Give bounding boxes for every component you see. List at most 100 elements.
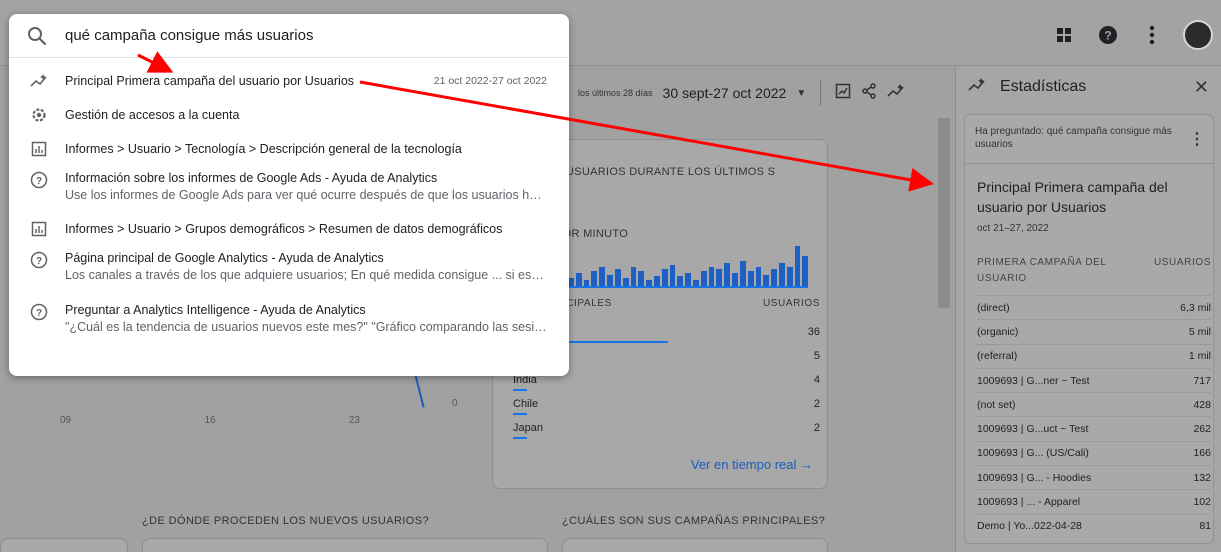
gear-icon	[29, 105, 49, 125]
search-result[interactable]: Informes > Usuario > Tecnología > Descri…	[9, 132, 569, 166]
realtime-bar	[583, 280, 590, 286]
realtime-bar	[739, 261, 746, 286]
help-icon: ?	[29, 250, 49, 270]
x-tick: 23	[348, 415, 360, 426]
insight-answer-card: Ha preguntado: qué campaña consigue más …	[964, 114, 1214, 544]
realtime-bar	[747, 271, 754, 286]
row-value: 717	[1193, 374, 1211, 387]
search-result[interactable]: ? Página principal de Google Analytics -…	[9, 246, 569, 292]
table-row: 1009693 | G... (US/Cali) 166	[977, 440, 1211, 465]
realtime-bar	[575, 273, 582, 286]
search-result[interactable]: ? Información sobre los informes de Goog…	[9, 166, 569, 212]
realtime-bar	[669, 265, 676, 286]
table-row: 1009693 | G... - Hoodies 132	[977, 465, 1211, 489]
panel-title: Estadísticas	[1000, 78, 1087, 95]
row-value: 4	[813, 374, 820, 386]
bottom-card	[562, 538, 828, 552]
realtime-bar	[661, 269, 668, 286]
table-row: Japan 2	[513, 416, 820, 440]
realtime-bar	[778, 263, 785, 286]
result-body: Gestión de accesos a la cuenta	[65, 107, 547, 124]
row-value: 5	[813, 350, 820, 362]
col-campaign: PRIMERA CAMPAÑA DEL USUARIO	[977, 257, 1107, 284]
realtime-bar	[630, 267, 637, 286]
result-body: Informes > Usuario > Grupos demográficos…	[65, 221, 547, 238]
realtime-bar	[646, 280, 652, 286]
search-bar	[9, 14, 569, 58]
result-body: Página principal de Google Analytics - A…	[65, 250, 547, 284]
realtime-bar	[771, 269, 777, 286]
share-icon[interactable]	[861, 82, 877, 104]
answer-column-header: PRIMERA CAMPAÑA DEL USUARIO USUARIOS	[977, 255, 1211, 287]
realtime-bar	[685, 273, 691, 286]
row-name: Demo | Yo...022-04-28	[977, 520, 1082, 533]
result-body: Principal Primera campaña del usuario po…	[65, 73, 422, 90]
row-value: 102	[1193, 496, 1211, 509]
realtime-bar	[591, 271, 598, 286]
table-row: (not set) 428	[977, 392, 1211, 416]
result-snippet: "¿Cuál es la tendencia de usuarios nuevo…	[65, 320, 547, 334]
search-results: Principal Primera campaña del usuario po…	[9, 58, 569, 344]
dropdown-caret-icon[interactable]: ▼	[796, 88, 806, 99]
result-snippet: Use los informes de Google Ads para ver …	[65, 188, 547, 202]
bottom-card	[0, 538, 128, 552]
realtime-bar-chart	[568, 246, 809, 288]
chart-zero-label: 0	[452, 398, 458, 409]
realtime-column-header: INCIPALES USUARIOS	[555, 298, 820, 309]
date-range-selector[interactable]: los últimos 28 días 30 sept-27 oct 2022 …	[578, 80, 905, 106]
help-icon: ?	[29, 170, 49, 190]
search-result[interactable]: Gestión de accesos a la cuenta	[9, 98, 569, 132]
realtime-bar	[693, 280, 699, 286]
svg-text:?: ?	[1104, 29, 1111, 43]
date-range-value[interactable]: 30 sept-27 oct 2022	[663, 85, 787, 101]
realtime-bar	[708, 267, 715, 286]
insights-icon[interactable]	[887, 83, 905, 104]
top-bar-actions: ?	[1051, 20, 1213, 50]
view-realtime-link[interactable]: Ver en tiempo real →	[691, 457, 813, 472]
realtime-bar	[786, 267, 793, 286]
row-name: 1009693 | G...ner ~ Test	[977, 374, 1090, 387]
more-vert-icon[interactable]	[1139, 22, 1165, 48]
row-name: (not set)	[977, 398, 1016, 411]
account-avatar[interactable]	[1183, 20, 1213, 50]
scrollbar[interactable]	[938, 118, 950, 308]
divider	[965, 163, 1213, 164]
answer-title: Principal Primera campaña del usuario po…	[977, 179, 1168, 215]
search-result[interactable]: ? Preguntar a Analytics Intelligence - A…	[9, 298, 569, 344]
result-snippet: Los canales a través de los que adquiere…	[65, 268, 547, 282]
date-range-prefix: los últimos 28 días	[578, 88, 653, 98]
table-row: (direct) 6,3 mil	[977, 295, 1211, 319]
new-users-source-heading: ¿DE DÓNDE PROCEDEN LOS NUEVOS USUARIOS?	[142, 515, 429, 527]
share-bar	[513, 437, 527, 439]
search-input[interactable]	[65, 27, 525, 44]
realtime-bar	[614, 269, 621, 286]
result-title: Principal Primera campaña del usuario po…	[65, 73, 355, 88]
result-body: Información sobre los informes de Google…	[65, 170, 547, 204]
share-bar	[513, 389, 527, 391]
search-result[interactable]: Principal Primera campaña del usuario po…	[9, 64, 569, 98]
more-vert-icon[interactable]: ⋮	[1189, 129, 1205, 149]
result-body: Preguntar a Analytics Intelligence - Ayu…	[65, 302, 547, 336]
bottom-card	[142, 538, 548, 552]
row-value: 81	[1199, 520, 1211, 533]
col-users: USUARIOS	[1153, 257, 1211, 268]
svg-text:?: ?	[36, 308, 42, 319]
search-result[interactable]: Informes > Usuario > Grupos demográficos…	[9, 212, 569, 246]
row-name: 1009693 | G... - Hoodies	[977, 471, 1092, 484]
svg-text:?: ?	[36, 256, 42, 267]
x-tick: 09	[60, 415, 72, 426]
realtime-bar	[763, 275, 770, 286]
realtime-bar	[677, 276, 684, 286]
insights-panel: Estadísticas ✕ Ha preguntado: qué campañ…	[955, 66, 1221, 552]
help-circle-icon[interactable]: ?	[1095, 22, 1121, 48]
table-row: 1009693 | ... - Apparel 102	[977, 489, 1211, 513]
close-icon[interactable]: ✕	[1194, 77, 1209, 98]
row-name: Japan	[513, 422, 543, 434]
edit-report-icon[interactable]	[835, 83, 851, 104]
realtime-bar	[607, 275, 613, 286]
apps-grid-icon[interactable]	[1051, 22, 1077, 48]
row-value: 132	[1193, 471, 1211, 484]
row-name: 1009693 | G... (US/Cali)	[977, 447, 1089, 460]
row-value: 1 mil	[1188, 350, 1211, 363]
asked-question: Ha preguntado: qué campaña consigue más …	[975, 126, 1172, 150]
